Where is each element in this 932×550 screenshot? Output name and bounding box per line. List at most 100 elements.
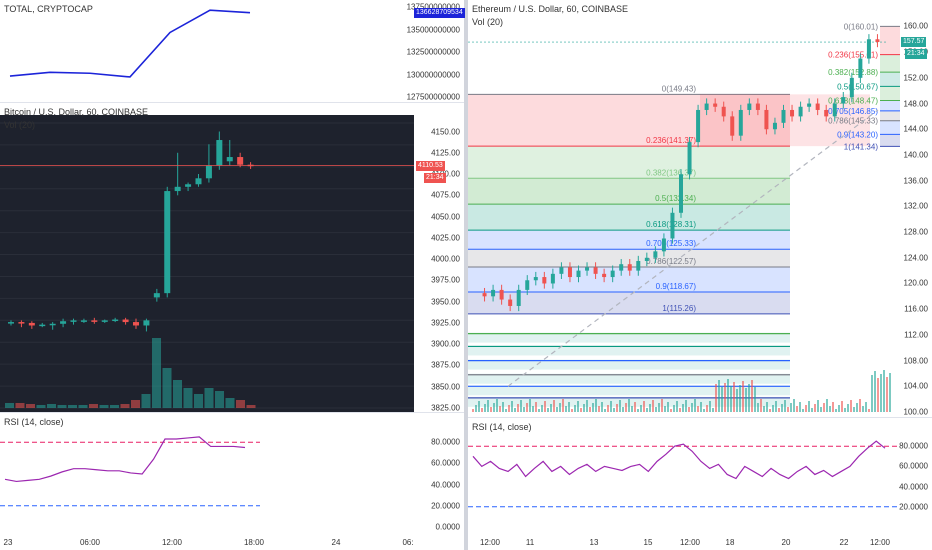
eth-volume-bar — [652, 400, 654, 412]
eth-fib-upper-band — [880, 26, 900, 55]
eth-candle-body — [841, 97, 846, 104]
axis-tick-label: 3950.00 — [431, 297, 460, 307]
eth-candle-body — [815, 103, 820, 110]
eth-volume-bar — [826, 399, 828, 412]
btc-rsi-axis[interactable]: 80.0000 60.0000 40.0000 20.0000 0.0000 — [414, 413, 464, 535]
eth-volume-bar — [568, 402, 570, 412]
eth-rsi-axis[interactable]: 80.0000 60.0000 40.0000 20.0000 — [899, 418, 932, 535]
eth-candle-body — [499, 289, 504, 300]
eth-volume-bar — [538, 409, 540, 412]
eth-candle-body — [550, 273, 555, 284]
total-series-line — [9, 9, 251, 78]
eth-volume-bar — [595, 399, 597, 412]
eth-volume-bar — [883, 370, 885, 412]
btc-price-axis[interactable]: 4150.00 4125.00 4100.00 4075.00 4050.00 4025.… — [414, 103, 464, 413]
eth-fib-upper-band — [880, 134, 900, 147]
btc-volume-bar — [246, 405, 256, 408]
btc-rsi-pane[interactable]: RSI (14, close) — [0, 413, 414, 535]
eth-pane[interactable]: 0(149.43) 0.236(141.37) 0.382(136.37) 0.5(1… — [468, 0, 900, 417]
eth-candle-body — [619, 264, 624, 271]
eth-candle-body — [849, 77, 854, 98]
eth-candle-body — [807, 103, 812, 107]
btc-volume-bar — [57, 405, 67, 408]
eth-candle-body — [610, 270, 615, 278]
eth-volume-bar — [472, 409, 474, 412]
eth-volume-bar — [775, 401, 777, 412]
eth-volume-bar — [760, 399, 762, 412]
eth-fib-level-label: 0.705(125.33) — [646, 239, 696, 248]
eth-fib-level-label: 0.5(132.34) — [655, 194, 696, 203]
eth-volume-bar — [805, 405, 807, 412]
btc-candle-body — [122, 319, 129, 323]
eth-volume-bar — [649, 404, 651, 412]
eth-candle-body — [593, 267, 598, 274]
btc-candle-body — [101, 320, 108, 322]
btc-candle-body — [49, 323, 56, 326]
eth-volume-bar — [859, 399, 861, 412]
btc-candle-body — [60, 321, 67, 324]
eth-volume-bar — [820, 407, 822, 412]
btc-candlestick-chart — [0, 115, 414, 412]
axis-tick-label: 3925.00 — [431, 318, 460, 328]
eth-price-axis[interactable]: 160.00156.00152.00148.00144.00140.00136.… — [900, 0, 932, 417]
eth-candle-body — [542, 277, 547, 284]
axis-tick-label: 148.00 — [903, 99, 928, 109]
eth-volume-bar — [502, 402, 504, 412]
eth-price-tag: 157.57 — [901, 37, 927, 48]
eth-candle-body — [824, 109, 829, 117]
eth-candle-body — [602, 273, 607, 278]
eth-volume-bar — [493, 403, 495, 412]
eth-volume-bar — [661, 399, 663, 412]
eth-volume-bar — [730, 386, 732, 412]
time-tick-label: 06: — [402, 538, 414, 547]
btc-volume-bar — [225, 398, 235, 408]
btc-pane[interactable]: Bitcoin / U.S. Dollar, 60, COINBASE Vol … — [0, 103, 414, 412]
eth-volume-bar — [850, 400, 852, 412]
axis-tick-label: 40.0000 — [431, 480, 460, 490]
btc-volume-bar — [15, 403, 25, 408]
axis-tick-label: 4125.00 — [431, 148, 460, 158]
eth-fib-band — [468, 266, 790, 293]
eth-time-axis[interactable]: 12:00 11 13 15 12:00 18 20 22 12:00 — [468, 535, 900, 550]
eth-volume-bar — [553, 400, 555, 412]
eth-volume-bar — [592, 403, 594, 412]
eth-volume-bar — [718, 380, 720, 412]
btc-title: Bitcoin / U.S. Dollar, 60, COINBASE — [4, 107, 149, 117]
eth-volume-bar — [736, 389, 738, 412]
eth-volume-bar — [877, 378, 879, 412]
axis-tick-label: 108.00 — [903, 356, 928, 366]
eth-volume-bar — [508, 405, 510, 412]
chart-layout: TOTAL, CRYPTOCAP 13750000000013500000000… — [0, 0, 932, 550]
eth-volume-bar — [673, 405, 675, 412]
eth-candle-body — [696, 109, 701, 143]
btc-volume-bar — [68, 405, 77, 408]
total-cryptocap-pane[interactable]: TOTAL, CRYPTOCAP — [0, 0, 414, 102]
eth-volume-bar — [862, 406, 864, 412]
eth-volume-bar — [526, 403, 528, 412]
btc-candle-body — [112, 319, 119, 322]
eth-fib-level-label: 0(149.43) — [662, 84, 697, 93]
eth-volume-bar — [829, 406, 831, 412]
eth-volume-bar — [664, 406, 666, 412]
eth-volume-bar — [511, 401, 513, 412]
eth-volume-bar — [583, 404, 585, 412]
btc-time-axis[interactable]: 23 06:00 12:00 18:00 24 06: — [0, 535, 414, 550]
eth-fib-upper-label: 0.382(152.88) — [828, 68, 878, 77]
eth-candle-body — [482, 293, 487, 297]
btc-candle-body — [143, 320, 150, 326]
eth-candle-body — [798, 106, 803, 117]
eth-fib-upper-label: 0.9(143.20) — [837, 130, 878, 139]
time-tick-label: 20 — [781, 538, 791, 547]
eth-volume-bar — [496, 399, 498, 412]
eth-volume-bar — [763, 406, 765, 412]
time-tick-label: 11 — [525, 538, 535, 547]
eth-rsi-pane[interactable]: RSI (14, close) — [468, 418, 900, 535]
axis-tick-label: 20.0000 — [431, 501, 460, 511]
eth-candle-body — [721, 106, 726, 117]
axis-tick-label: 60.0000 — [431, 458, 460, 468]
btc-candle-body — [205, 165, 212, 179]
eth-volume-bar — [880, 374, 882, 412]
eth-volume-bar — [817, 400, 819, 412]
eth-candle-body — [559, 267, 564, 274]
axis-tick-label: 80.0000 — [899, 441, 928, 451]
